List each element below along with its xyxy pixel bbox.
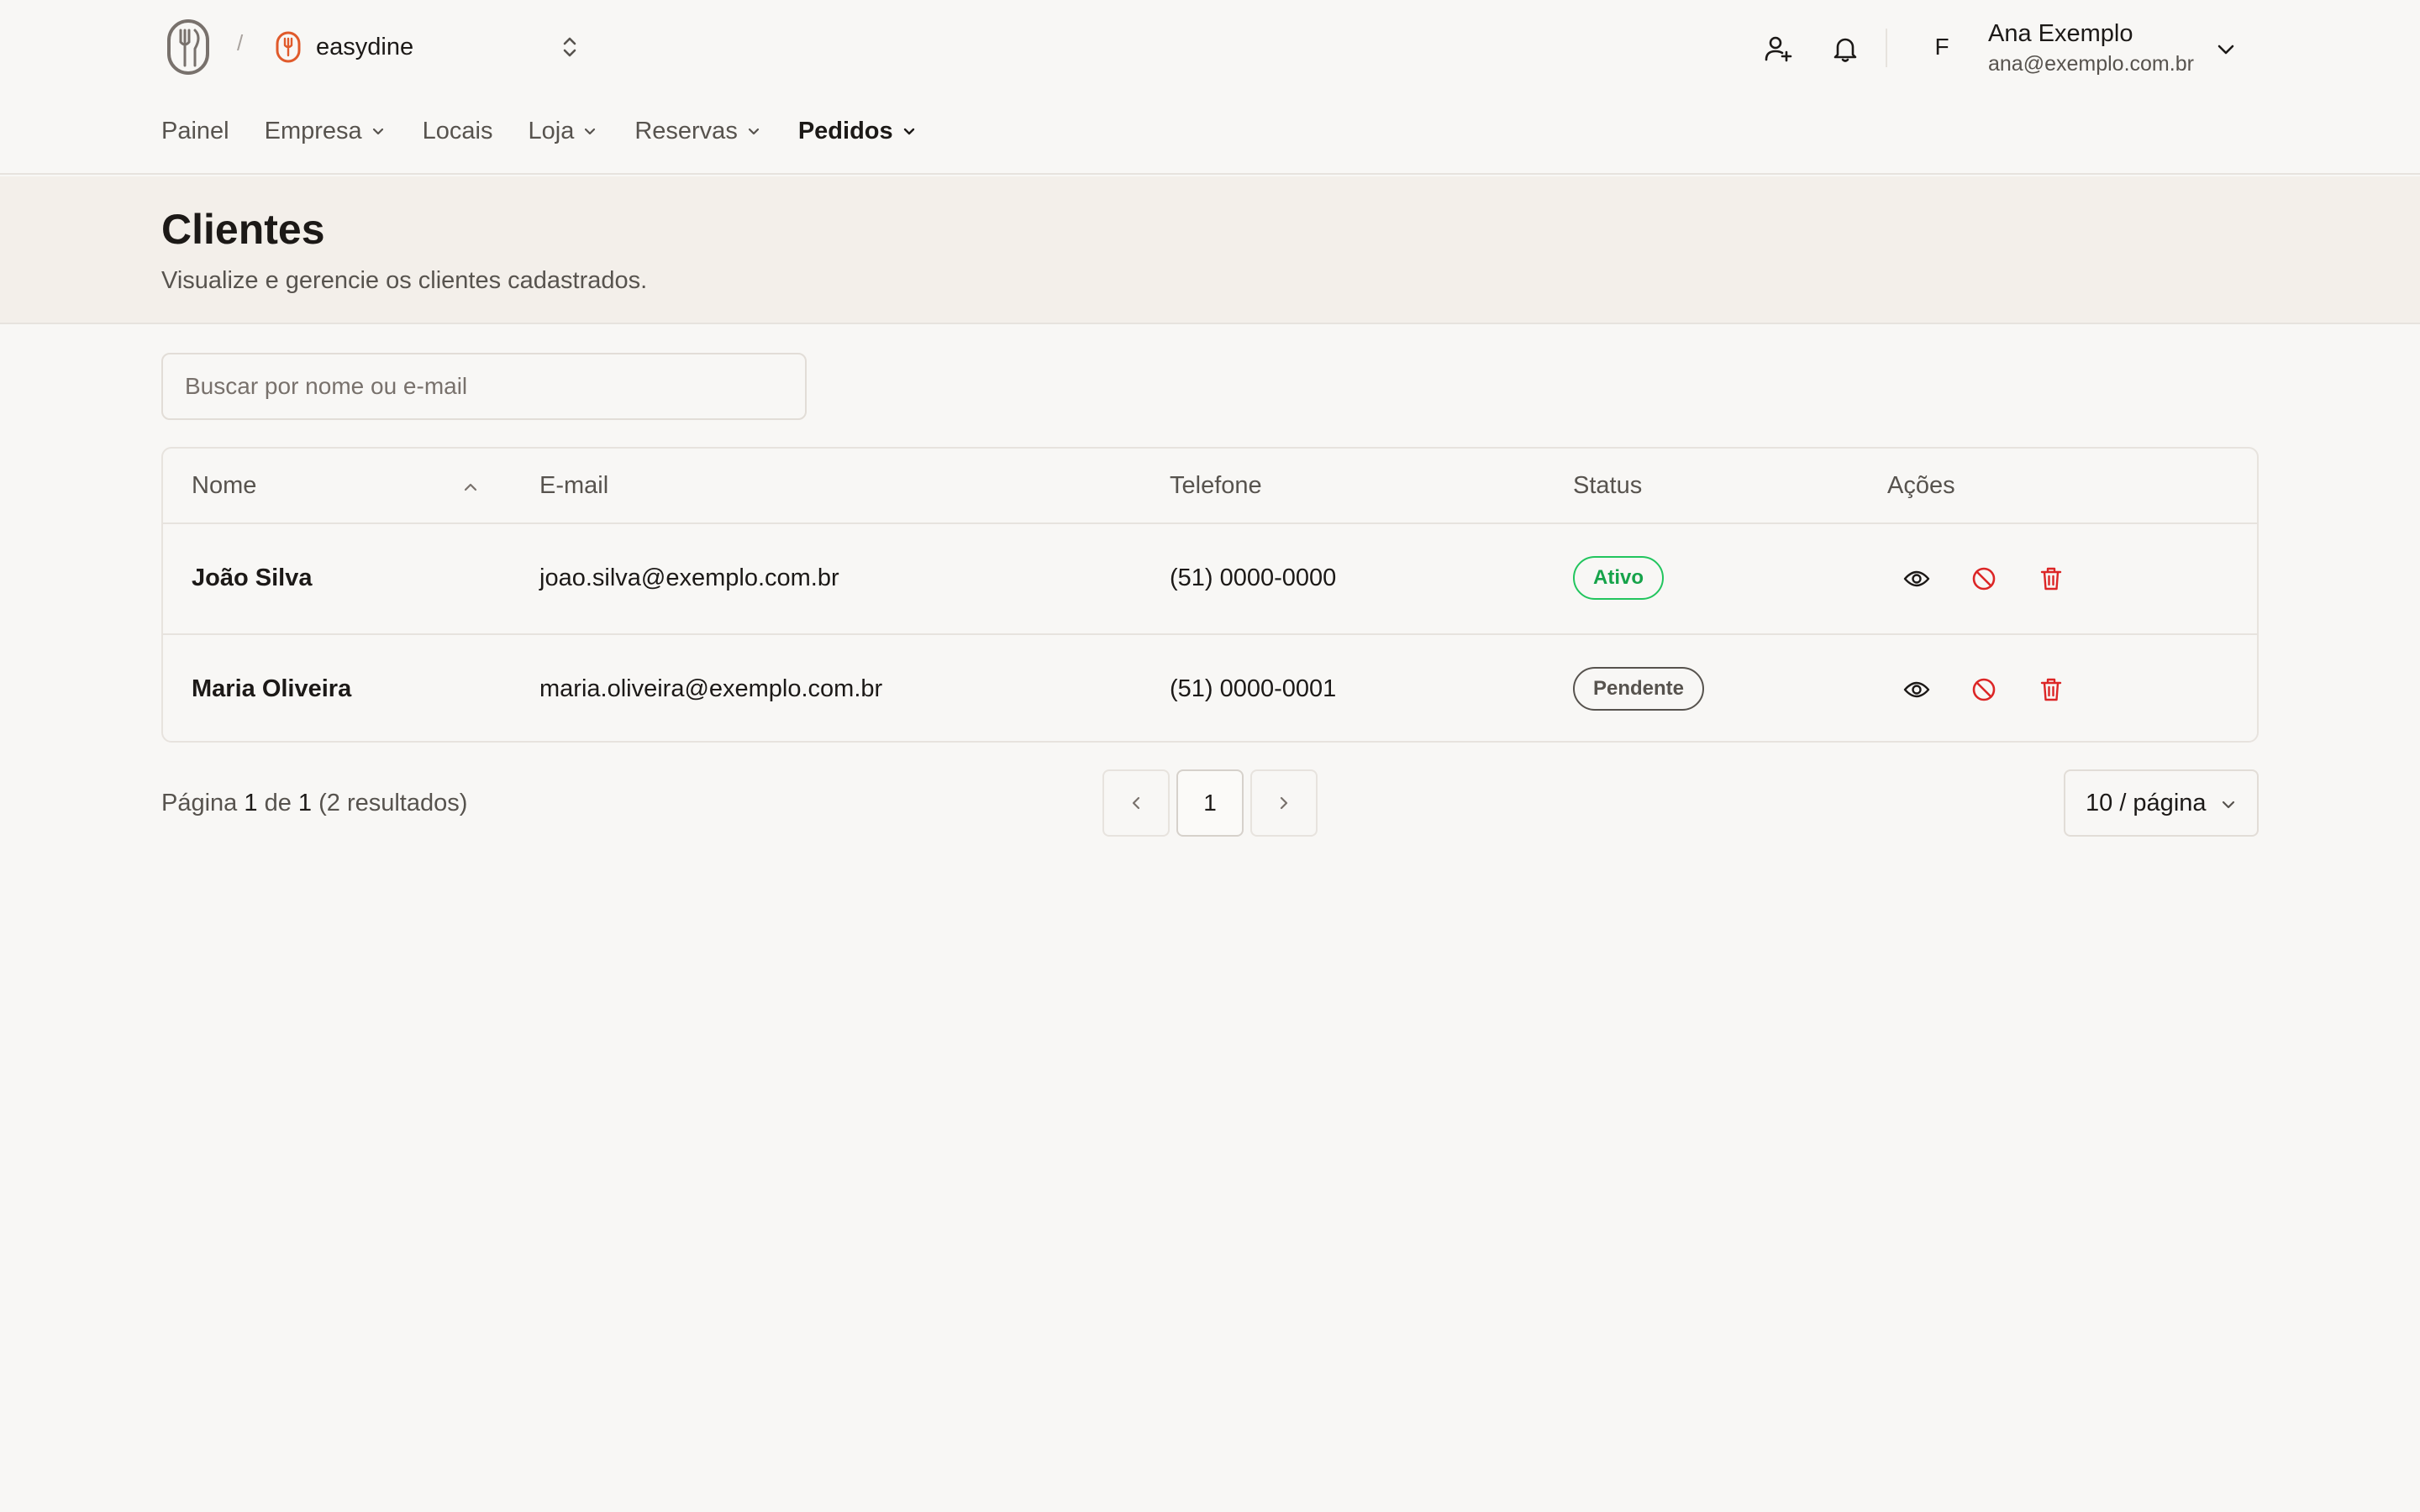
status-badge: Ativo xyxy=(1573,556,1664,600)
pagination-results: (2 resultados) xyxy=(318,790,468,816)
column-header-telefone: Telefone xyxy=(1170,472,1262,499)
prev-page-button[interactable] xyxy=(1102,769,1170,837)
block-icon[interactable] xyxy=(1966,561,2002,596)
column-header-acoes: Ações xyxy=(1887,472,1955,499)
nav-item-label: Locais xyxy=(422,118,493,144)
chevron-up-down-icon xyxy=(555,32,585,62)
org-logo-icon xyxy=(274,30,302,64)
nav-item-label: Loja xyxy=(528,118,575,144)
nav-item-label: Empresa xyxy=(264,118,362,144)
chevron-down-icon xyxy=(585,128,596,134)
organization-switcher[interactable]: easydine xyxy=(274,25,585,69)
client-email: joao.silva@exemplo.com.br xyxy=(539,564,839,591)
column-header-nome[interactable]: Nome xyxy=(192,472,256,500)
pagination-page-label: Página xyxy=(161,790,238,816)
client-phone: (51) 0000-0001 xyxy=(1170,675,1337,702)
pagination-current: 1 xyxy=(244,790,258,816)
nav-item-empresa[interactable]: Empresa xyxy=(265,118,387,145)
org-name: easydine xyxy=(316,33,414,60)
user-email: ana@exemplo.com.br xyxy=(1988,52,2194,76)
nav-item-painel[interactable]: Painel xyxy=(161,118,229,145)
pagination-info: Página 1 de 1 (2 resultados) xyxy=(161,790,467,817)
page-subtitle: Visualize e gerencie os clientes cadastr… xyxy=(161,267,648,294)
page-header: Clientes Visualize e gerencie os cliente… xyxy=(0,176,2420,324)
page-size-select[interactable]: 10 / página xyxy=(2064,769,2259,837)
chevron-down-icon xyxy=(748,128,759,134)
breadcrumb-separator: / xyxy=(237,30,244,55)
user-menu[interactable]: F Ana Exemplo ana@exemplo.com.br xyxy=(1912,17,2249,81)
chevron-down-icon xyxy=(2222,801,2235,809)
bell-icon[interactable] xyxy=(1827,30,1864,67)
avatar: F xyxy=(1934,34,1949,60)
sort-ascending-icon[interactable] xyxy=(459,475,482,499)
table-header: Nome E-mail Telefone Status Ações xyxy=(163,449,2257,524)
nav-item-loja[interactable]: Loja xyxy=(529,118,600,145)
trash-icon[interactable] xyxy=(2033,561,2069,596)
next-page-button[interactable] xyxy=(1250,769,1318,837)
view-icon[interactable] xyxy=(1899,561,1934,596)
add-user-icon[interactable] xyxy=(1760,30,1797,67)
column-header-status: Status xyxy=(1573,472,1643,499)
client-name: João Silva xyxy=(192,564,313,591)
client-name: Maria Oliveira xyxy=(192,675,352,702)
nav-item-reservas[interactable]: Reservas xyxy=(634,118,763,145)
nav-item-label: Pedidos xyxy=(797,118,893,144)
search-input[interactable] xyxy=(161,353,807,420)
clients-table: Nome E-mail Telefone Status Ações João S… xyxy=(161,447,2259,743)
nav-item-locais[interactable]: Locais xyxy=(423,118,493,145)
user-name: Ana Exemplo xyxy=(1988,20,2133,47)
nav-item-label: Painel xyxy=(161,118,229,144)
chevron-left-icon xyxy=(1132,796,1140,810)
top-header: / easydine F Ana Exemplo ana@exemplo.com… xyxy=(0,0,2420,175)
chevron-down-icon xyxy=(903,128,914,134)
view-icon[interactable] xyxy=(1899,672,1934,707)
page-size-value: 10 / página xyxy=(2086,789,2207,816)
column-header-email: E-mail xyxy=(539,472,609,499)
client-phone: (51) 0000-0000 xyxy=(1170,564,1337,591)
chevron-right-icon xyxy=(1280,796,1288,810)
pagination-total: 1 xyxy=(297,790,313,816)
pagination-of-label: de xyxy=(264,790,292,816)
main-nav: Painel Empresa Locais Loja Reservas Pedi… xyxy=(161,118,954,145)
nav-item-pedidos[interactable]: Pedidos xyxy=(798,118,918,145)
table-row: João Silva joao.silva@exemplo.com.br (51… xyxy=(163,524,2257,633)
chevron-down-icon xyxy=(372,128,383,134)
page-title: Clientes xyxy=(161,206,325,253)
client-email: maria.oliveira@exemplo.com.br xyxy=(539,675,883,702)
page-button-1[interactable]: 1 xyxy=(1176,769,1244,837)
trash-icon[interactable] xyxy=(2033,672,2069,707)
header-divider xyxy=(1886,29,1887,67)
fork-knife-logo-icon[interactable] xyxy=(165,18,212,76)
nav-item-label: Reservas xyxy=(634,118,738,144)
table-row: Maria Oliveira maria.oliveira@exemplo.co… xyxy=(163,633,2257,741)
chevron-down-icon xyxy=(2212,35,2240,64)
status-badge: Pendente xyxy=(1573,667,1705,711)
block-icon[interactable] xyxy=(1966,672,2002,707)
